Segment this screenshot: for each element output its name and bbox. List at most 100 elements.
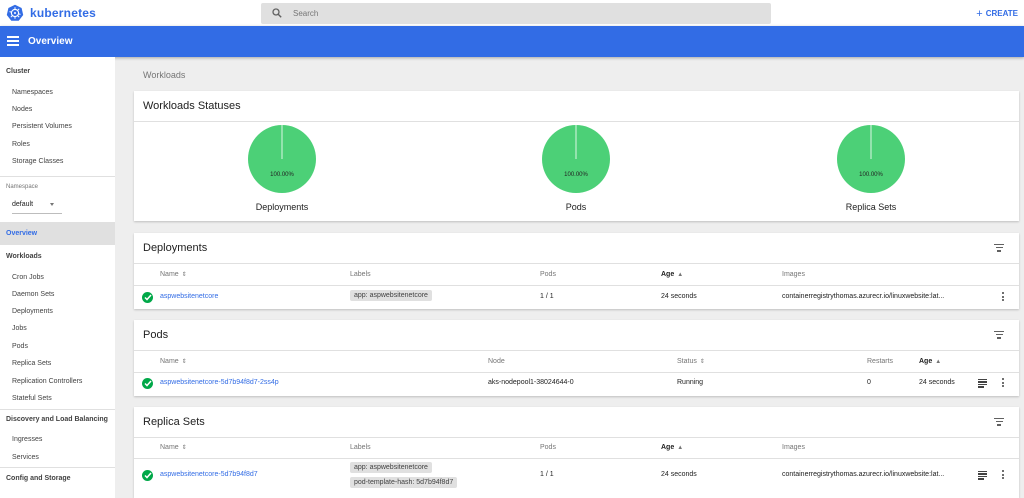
workloads-statuses-card: Workloads Statuses 100.00% Deployments 1… [134, 91, 1019, 221]
column-header-labels: Labels [350, 271, 371, 278]
deployment-name-link[interactable]: aspwebsitenetcore [160, 293, 218, 300]
pie-percent: 100.00% [564, 172, 588, 178]
sidebar-item-namespaces[interactable]: Namespaces [12, 89, 53, 96]
card-title: Workloads Statuses [143, 100, 241, 112]
pie-percent: 100.00% [270, 172, 294, 178]
column-header-status[interactable]: Status ⇕ [677, 358, 705, 365]
card-divider [134, 458, 1019, 459]
status-value: Running [677, 379, 704, 386]
sidebar-item-pods[interactable]: Pods [12, 343, 28, 350]
sidebar-item-cron-jobs[interactable]: Cron Jobs [12, 274, 44, 281]
replica-sets-status-pie [837, 125, 905, 193]
success-check-icon [142, 292, 153, 303]
label-chip: app: aspwebsitenetcore [350, 290, 432, 301]
breadcrumb: Workloads [143, 70, 186, 80]
sidebar-item-deployments[interactable]: Deployments [12, 308, 53, 315]
sidebar-section-config[interactable]: Config and Storage [6, 475, 71, 482]
sidebar-divider [0, 176, 115, 177]
logs-icon[interactable] [978, 471, 987, 480]
sidebar-divider [0, 467, 115, 468]
column-header-images: Images [782, 444, 805, 451]
namespace-underline [12, 213, 62, 214]
label-chip: pod-template-hash: 5d7b94f8d7 [350, 477, 458, 488]
sidebar-item-jobs[interactable]: Jobs [12, 325, 27, 332]
sidebar-item-stateful-sets[interactable]: Stateful Sets [12, 395, 52, 402]
more-actions-icon[interactable] [1001, 470, 1005, 481]
sidebar-item-services[interactable]: Services [12, 454, 39, 461]
page-title: Overview [28, 36, 73, 47]
namespace-value: default [12, 201, 34, 208]
page-header: Overview [0, 26, 1024, 57]
column-header-age[interactable]: Age ▲ [919, 358, 941, 365]
menu-icon[interactable] [7, 36, 19, 46]
image-value: containerregistrythomas.azurecr.io/linux… [782, 471, 945, 478]
card-title: Deployments [143, 242, 208, 254]
sidebar-section-workloads[interactable]: Workloads [6, 253, 42, 260]
filter-icon[interactable] [994, 418, 1004, 426]
image-value: containerregistrythomas.azurecr.io/linux… [782, 293, 945, 300]
age-value: 24 seconds [919, 379, 955, 386]
more-actions-icon[interactable] [1001, 378, 1005, 389]
column-header-pods: Pods [540, 444, 556, 451]
sidebar-item-roles[interactable]: Roles [12, 141, 30, 148]
deployments-card: Deployments Name ⇕ Labels Pods Age ▲ Image… [134, 233, 1019, 309]
sidebar-section-discovery[interactable]: Discovery and Load Balancing [6, 416, 108, 423]
column-header-name[interactable]: Name ⇕ [160, 444, 187, 451]
card-divider [134, 285, 1019, 286]
plus-icon: + [976, 8, 983, 20]
sidebar-item-daemon-sets[interactable]: Daemon Sets [12, 291, 54, 298]
age-value: 24 seconds [661, 293, 697, 300]
column-header-age[interactable]: Age ▲ [661, 444, 683, 451]
sort-icon: ▲ [935, 359, 942, 365]
sort-icon: ⇕ [699, 359, 705, 365]
sidebar-divider [0, 244, 115, 245]
sort-icon: ▲ [677, 445, 684, 451]
brand-name[interactable]: kubernetes [30, 6, 96, 20]
search-icon [272, 8, 282, 18]
label-chip: app: aspwebsitenetcore [350, 462, 432, 473]
age-value: 24 seconds [661, 471, 697, 478]
card-divider [134, 372, 1019, 373]
sidebar-item-persistent-volumes[interactable]: Persistent Volumes [12, 123, 72, 130]
card-divider [134, 437, 1019, 438]
sort-icon: ⇕ [181, 445, 187, 451]
filter-icon[interactable] [994, 244, 1004, 252]
column-header-node: Node [488, 358, 505, 365]
sidebar-item-nodes[interactable]: Nodes [12, 106, 32, 113]
dropdown-caret-icon [50, 203, 54, 206]
pod-name-link[interactable]: aspwebsitenetcore-5d7b94f8d7-2ss4p [160, 379, 279, 386]
filter-icon[interactable] [994, 331, 1004, 339]
sidebar-item-storage-classes[interactable]: Storage Classes [12, 158, 63, 165]
more-actions-icon[interactable] [1001, 292, 1005, 303]
pie-label: Replica Sets [845, 202, 897, 212]
sort-icon: ⇕ [181, 272, 187, 278]
card-divider [134, 350, 1019, 351]
top-bar: kubernetes +CREATE [0, 0, 1024, 26]
sidebar-item-ingresses[interactable]: Ingresses [12, 436, 42, 443]
pie-label: Pods [565, 202, 587, 212]
pods-status-pie [542, 125, 610, 193]
deployments-status-pie [248, 125, 316, 193]
pie-label: Deployments [255, 202, 309, 212]
card-title: Pods [143, 329, 169, 341]
pods-card: Pods Name ⇕ Node Status ⇕ Restarts Age ▲ as… [134, 320, 1019, 396]
column-header-pods: Pods [540, 271, 556, 278]
card-title: Replica Sets [143, 416, 205, 428]
kubernetes-logo-icon[interactable] [6, 4, 24, 22]
column-header-name[interactable]: Name ⇕ [160, 271, 187, 278]
sidebar-item-overview[interactable]: Overview [6, 230, 37, 237]
create-button[interactable]: + CREATE [976, 7, 1018, 20]
column-header-age[interactable]: Age ▲ [661, 271, 683, 278]
sidebar-section-cluster[interactable]: Cluster [6, 68, 30, 75]
sidebar-divider [0, 409, 115, 410]
sidebar-item-replication-controllers[interactable]: Replication Controllers [12, 378, 82, 385]
logs-icon[interactable] [978, 379, 987, 388]
card-divider [134, 263, 1019, 264]
sidebar-item-replica-sets[interactable]: Replica Sets [12, 360, 51, 367]
column-header-restarts: Restarts [867, 358, 894, 365]
search-input[interactable] [293, 6, 753, 21]
namespace-select[interactable]: default [12, 201, 54, 208]
column-header-name[interactable]: Name ⇕ [160, 358, 187, 365]
replica-set-name-link[interactable]: aspwebsitenetcore-5d7b94f8d7 [160, 471, 258, 478]
search-bar[interactable] [261, 3, 771, 24]
